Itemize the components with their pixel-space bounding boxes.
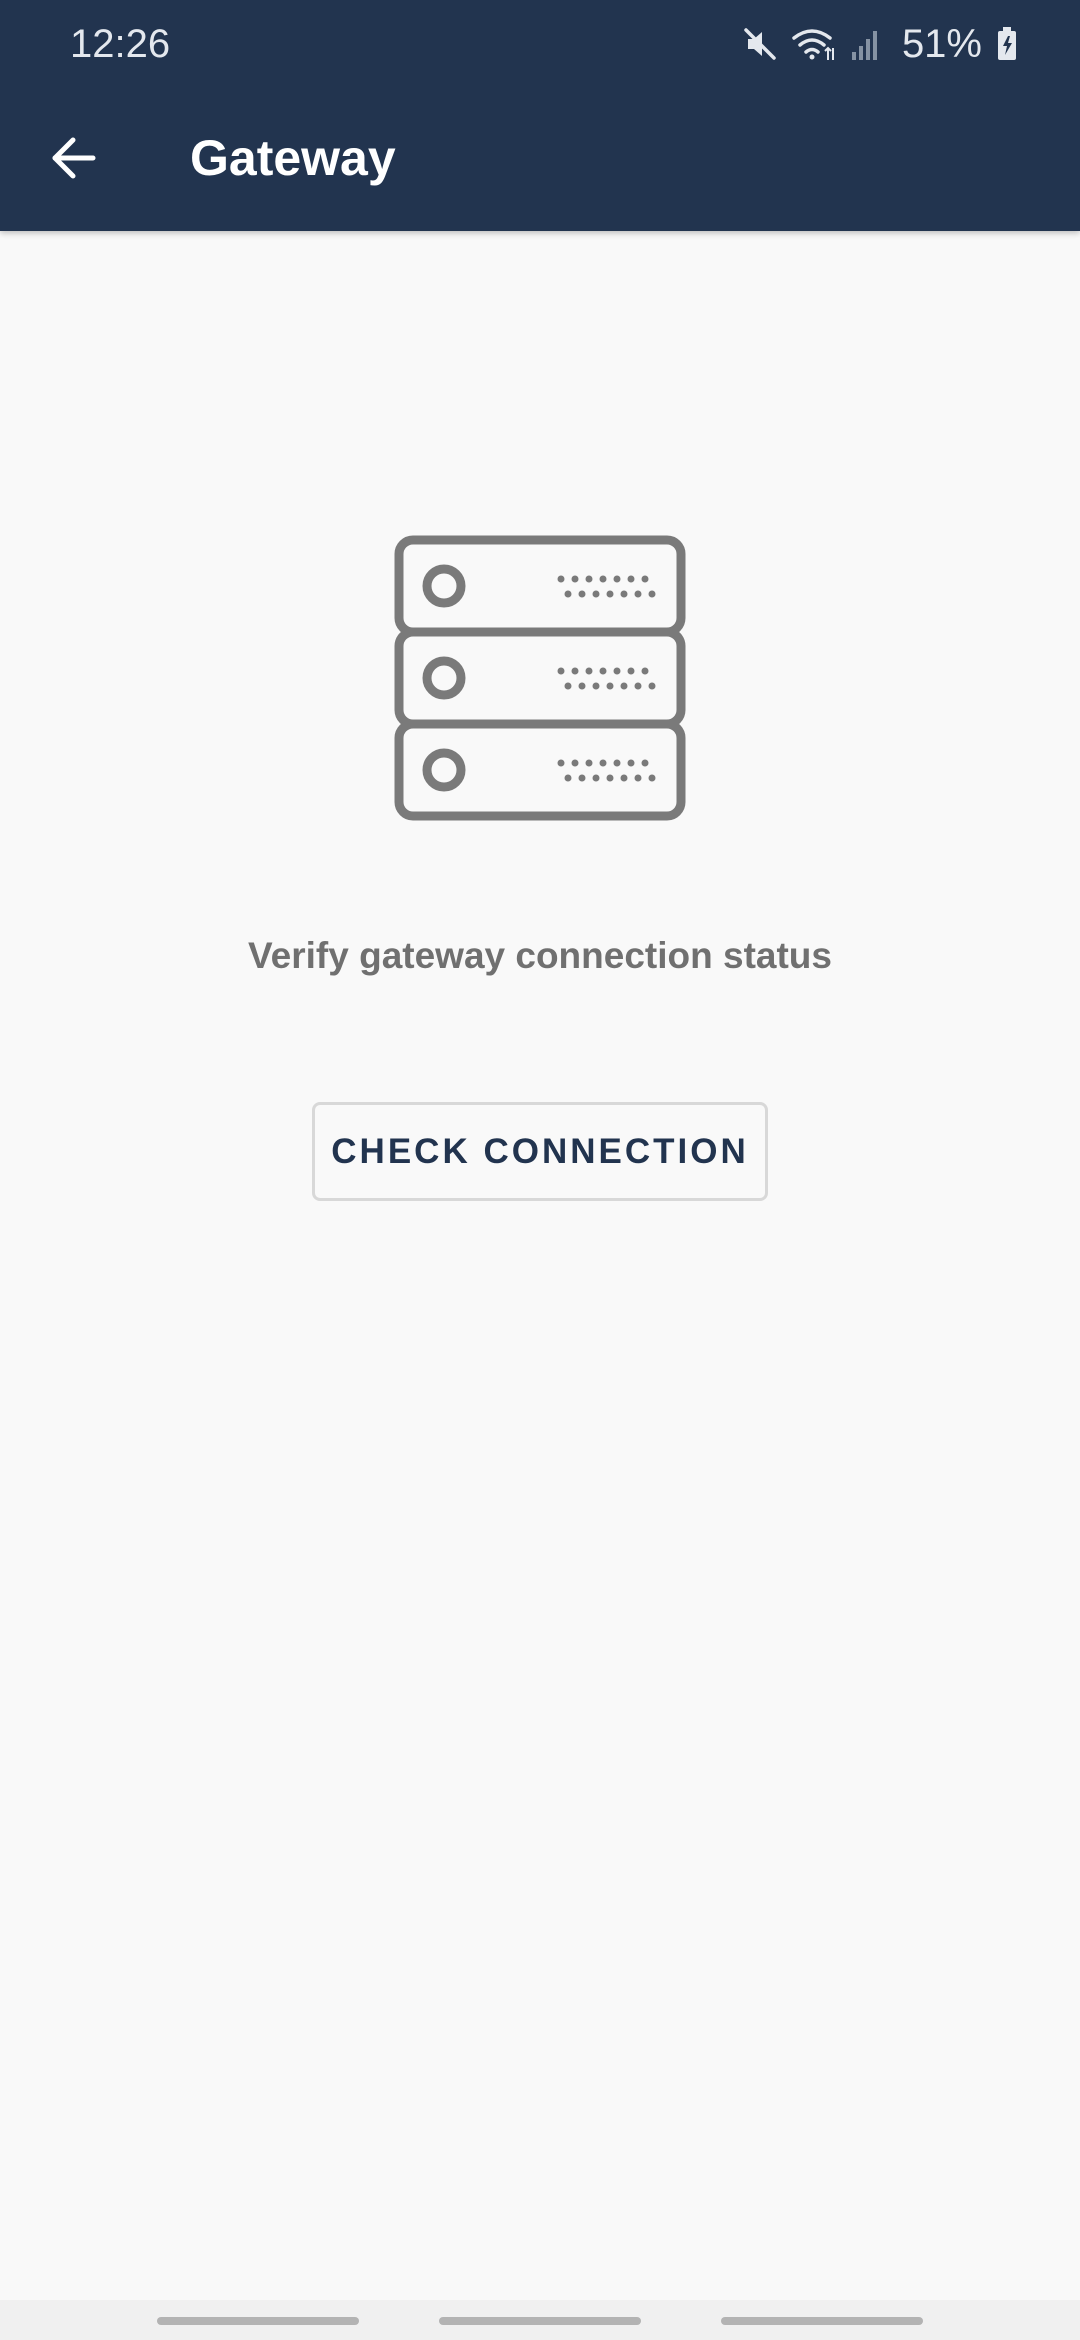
mute-icon xyxy=(744,28,776,60)
nav-back-handle[interactable] xyxy=(721,2317,923,2325)
wifi-icon xyxy=(792,29,834,60)
battery-percent: 51% xyxy=(901,22,982,66)
battery-charging-icon xyxy=(998,27,1016,60)
nav-home-handle[interactable] xyxy=(439,2317,641,2325)
status-bar: 12:26 51% xyxy=(0,0,1080,88)
arrow-left-icon xyxy=(52,137,96,179)
server-rack-icon xyxy=(394,535,686,821)
signal-icon xyxy=(851,31,877,60)
check-connection-button[interactable]: CHECK CONNECTION xyxy=(312,1102,768,1201)
status-message: Verify gateway connection status xyxy=(248,935,832,976)
nav-recent-handle[interactable] xyxy=(157,2317,359,2325)
back-button[interactable] xyxy=(30,114,118,202)
status-icons: 51% xyxy=(742,18,1018,70)
status-time: 12:26 xyxy=(70,22,171,66)
toolbar: Gateway xyxy=(0,88,1080,231)
page-title: Gateway xyxy=(190,130,396,186)
system-nav-bar xyxy=(0,2300,1080,2340)
app-header: 12:26 51% Gateway xyxy=(0,0,1080,231)
main-content: Verify gateway connection status CHECK C… xyxy=(0,231,1080,2300)
